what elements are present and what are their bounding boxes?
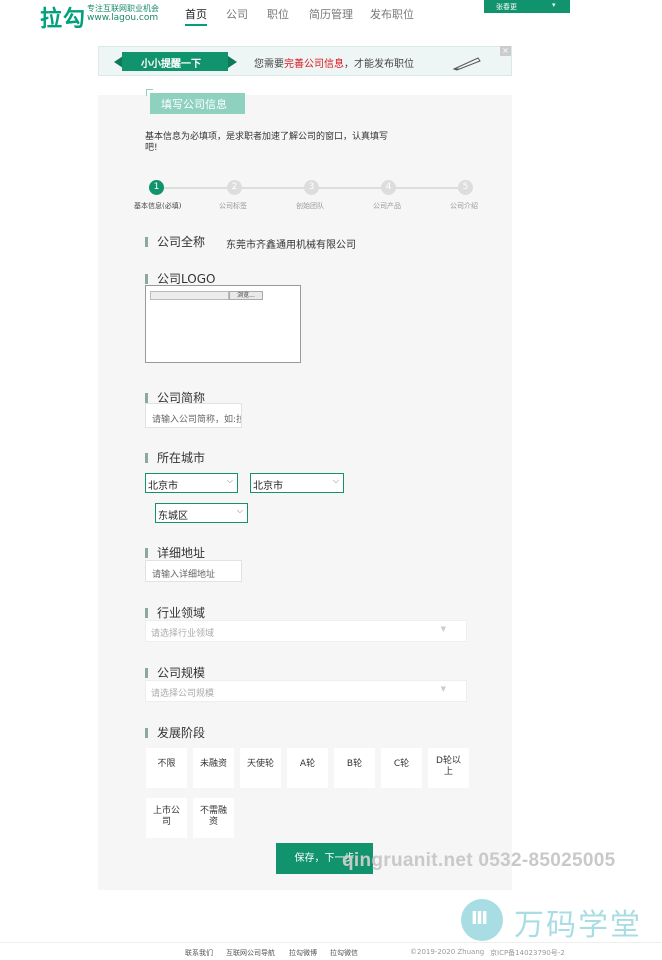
notice-text-after: ，才能发布职位 <box>344 59 414 70</box>
stage-option[interactable]: 不需融资 <box>193 798 234 838</box>
step-5[interactable]: 5 <box>458 180 473 195</box>
step-4-label: 公司产品 <box>373 202 401 210</box>
user-menu[interactable]: 张春更 ▾ <box>484 0 570 13</box>
footer-copyright: ©2019-2020 Zhuang <box>410 948 485 956</box>
step-4[interactable]: 4 <box>381 180 396 195</box>
logo-url: www.lagou.com <box>87 13 159 23</box>
stage-option[interactable]: 不限 <box>146 748 187 788</box>
stage-option[interactable]: B轮 <box>334 748 375 788</box>
nav-post-job[interactable]: 发布职位 <box>370 6 414 22</box>
full-name-value: 东莞市齐鑫通用机械有限公司 <box>226 240 356 251</box>
nav-resume[interactable]: 简历管理 <box>309 6 353 22</box>
step-5-label: 公司介绍 <box>450 202 478 210</box>
address-label: 详细地址 <box>157 546 206 560</box>
notice-ribbon: 小小提醒一下 <box>122 52 228 71</box>
stage-option[interactable]: 天使轮 <box>240 748 281 788</box>
city-value: 北京市 <box>253 481 283 492</box>
step-1-label: 基本信息(必填) <box>134 202 182 210</box>
logo-file-field[interactable] <box>150 291 229 300</box>
chevron-down-icon: ⌵ <box>226 476 233 485</box>
step-1[interactable]: 1 <box>149 180 164 195</box>
label-marker <box>145 608 148 618</box>
district-select[interactable]: 东城区 ⌵ <box>155 503 248 523</box>
stage-option[interactable]: 上市公司 <box>146 798 187 838</box>
footer-link-wechat[interactable]: 拉勾微信 <box>330 948 358 958</box>
label-marker <box>145 237 148 247</box>
scale-label: 公司规模 <box>157 666 206 680</box>
nav-jobs[interactable]: 职位 <box>267 6 289 22</box>
page-title: 填写公司信息 <box>150 93 245 114</box>
footer-divider <box>0 942 662 943</box>
step-2-label: 公司标签 <box>219 202 247 210</box>
scale-dropdown[interactable]: 请选择公司规模 ▼ <box>145 680 467 702</box>
nav-company[interactable]: 公司 <box>226 6 248 22</box>
footer-icp: 京ICP备14023790号-2 <box>490 949 565 957</box>
chevron-down-icon: ▾ <box>552 1 556 9</box>
city-label: 所在城市 <box>157 451 206 465</box>
watermark-text: qingruanit.net 0532-85025005 <box>342 850 616 871</box>
label-marker <box>145 274 148 284</box>
m-logo-icon: Ⅲ <box>461 899 503 941</box>
label-marker <box>145 548 148 558</box>
step-3-label: 创始团队 <box>296 202 324 210</box>
label-marker <box>145 728 148 738</box>
city-select[interactable]: 北京市 ⌵ <box>250 473 344 493</box>
province-value: 北京市 <box>148 481 178 492</box>
stage-option[interactable]: C轮 <box>381 748 422 788</box>
stage-option[interactable]: D轮以上 <box>428 748 469 788</box>
notice-text-highlight: 完善公司信息 <box>284 59 344 70</box>
page-title-label: 填写公司信息 <box>161 98 227 111</box>
notice-text-before: 您需要 <box>254 59 284 70</box>
step-2[interactable]: 2 <box>227 180 242 195</box>
chevron-down-icon: ⌵ <box>332 476 339 485</box>
nav-home[interactable]: 首页 <box>185 6 207 22</box>
industry-label: 行业领域 <box>157 606 206 620</box>
province-select[interactable]: 北京市 ⌵ <box>145 473 238 493</box>
user-name: 张春更 <box>496 3 517 11</box>
label-marker <box>145 668 148 678</box>
chevron-down-icon: ▼ <box>440 685 446 693</box>
ribbon-tail-right <box>228 56 237 68</box>
footer-link-contact[interactable]: 联系我们 <box>185 948 213 958</box>
nav-active-indicator <box>185 24 207 26</box>
notice-ribbon-label: 小小提醒一下 <box>141 59 201 70</box>
stage-option[interactable]: 未融资 <box>193 748 234 788</box>
short-name-input[interactable]: 请输入公司简称，如:拉勾 <box>145 403 242 428</box>
address-input[interactable]: 请输入详细地址 <box>145 560 242 582</box>
stage-option[interactable]: A轮 <box>287 748 328 788</box>
full-name-label: 公司全称 <box>157 235 206 249</box>
chevron-down-icon: ▼ <box>440 625 446 633</box>
intro-text: 基本信息为必填项，是求职者加速了解公司的窗口，认真填写吧! <box>145 132 389 153</box>
close-icon[interactable]: × <box>500 46 511 56</box>
label-marker <box>145 453 148 463</box>
district-value: 东城区 <box>158 511 188 522</box>
pen-icon <box>452 57 481 71</box>
label-marker <box>145 393 148 403</box>
watermark-brand: 万码学堂 <box>514 908 642 943</box>
lagou-logo[interactable]: 拉勾 <box>40 1 86 33</box>
scale-placeholder: 请选择公司规模 <box>151 689 215 699</box>
chevron-down-icon: ⌵ <box>236 506 243 515</box>
footer-link-nav[interactable]: 互联网公司导航 <box>226 948 275 958</box>
notice-text: 您需要完善公司信息，才能发布职位 <box>254 55 414 70</box>
stage-label: 发展阶段 <box>157 726 206 740</box>
industry-placeholder: 请选择行业领域 <box>151 629 215 639</box>
step-3[interactable]: 3 <box>304 180 319 195</box>
industry-dropdown[interactable]: 请选择行业领域 ▼ <box>145 620 467 642</box>
footer-link-weibo[interactable]: 拉勾微博 <box>289 948 317 958</box>
browse-button[interactable]: 浏览... <box>229 291 263 300</box>
